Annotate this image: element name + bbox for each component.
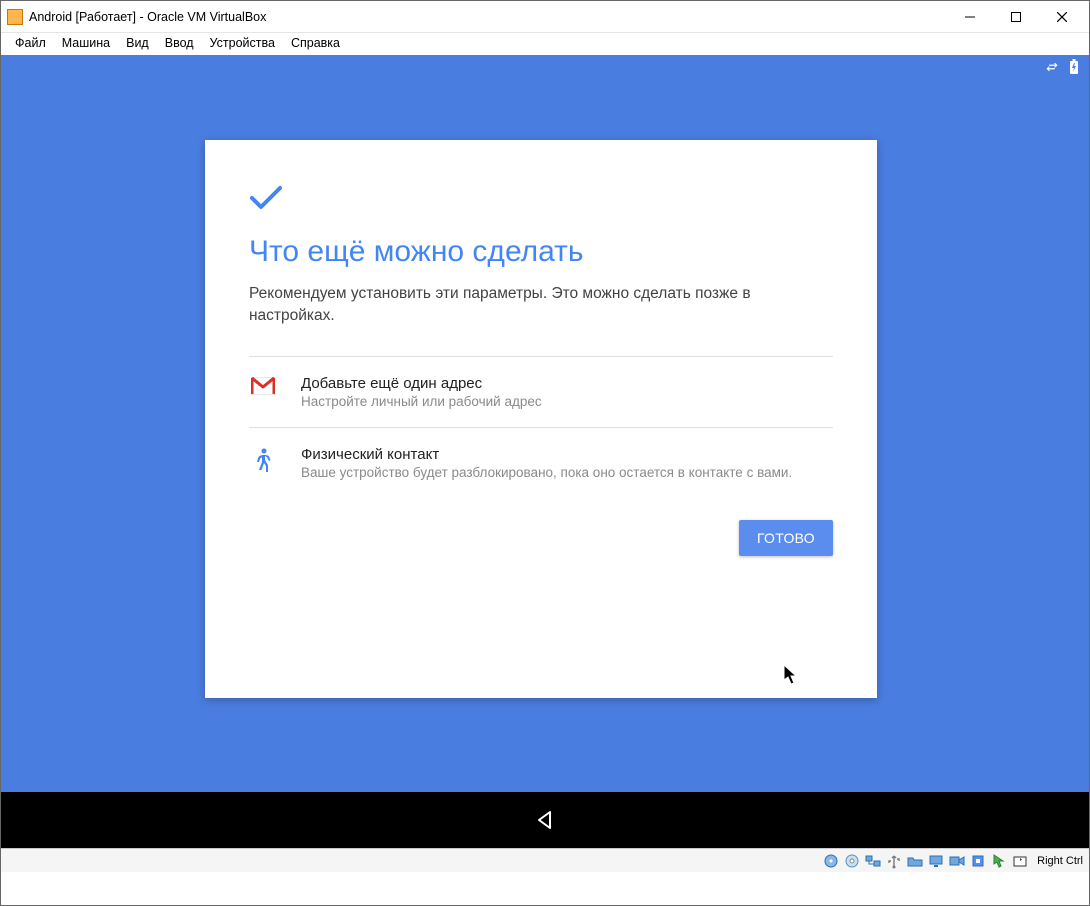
close-button[interactable] (1039, 1, 1085, 33)
virtualbox-statusbar: Right Ctrl (1, 848, 1089, 872)
menu-view[interactable]: Вид (118, 34, 157, 52)
gmail-icon (249, 375, 277, 395)
option-onbody-detection[interactable]: Физический контакт Ваше устройство будет… (249, 427, 833, 498)
mouse-integration-icon[interactable] (991, 853, 1007, 869)
host-key-label: Right Ctrl (1037, 855, 1083, 867)
menu-input[interactable]: Ввод (157, 34, 202, 52)
option-add-email[interactable]: Добавьте ещё один адрес Настройте личный… (249, 356, 833, 427)
harddisk-icon[interactable] (823, 853, 839, 869)
processor-icon[interactable] (970, 853, 986, 869)
mouse-cursor-icon (783, 664, 799, 691)
shared-folders-icon[interactable] (907, 853, 923, 869)
menubar: Файл Машина Вид Ввод Устройства Справка (1, 33, 1089, 55)
optical-icon[interactable] (844, 853, 860, 869)
display-icon[interactable] (928, 853, 944, 869)
option-title: Физический контакт (301, 446, 833, 463)
minimize-button[interactable] (947, 1, 993, 33)
android-navigation-bar (1, 792, 1089, 848)
virtualbox-app-icon (7, 9, 23, 25)
maximize-button[interactable] (993, 1, 1039, 33)
keyboard-capture-icon[interactable] (1012, 853, 1028, 869)
window-title: Android [Работает] - Oracle VM VirtualBo… (29, 10, 266, 24)
checkmark-icon (249, 184, 833, 217)
option-desc: Настройте личный или рабочий адрес (301, 394, 833, 409)
done-button[interactable]: ГОТОВО (739, 520, 833, 556)
back-button[interactable] (534, 809, 556, 831)
window-titlebar: Android [Работает] - Oracle VM VirtualBo… (1, 1, 1089, 33)
setup-card: Что ещё можно сделать Рекомендуем устано… (205, 140, 877, 698)
menu-file[interactable]: Файл (7, 34, 54, 52)
card-title: Что ещё можно сделать (249, 235, 833, 269)
recording-icon[interactable] (949, 853, 965, 869)
network-icon[interactable] (865, 853, 881, 869)
option-title: Добавьте ещё один адрес (301, 375, 833, 392)
option-desc: Ваше устройство будет разблокировано, по… (301, 465, 833, 480)
menu-machine[interactable]: Машина (54, 34, 118, 52)
battery-icon (1069, 59, 1079, 75)
android-status-bar (1045, 59, 1079, 75)
walking-icon (249, 446, 277, 474)
usb-icon[interactable] (886, 853, 902, 869)
vm-display[interactable]: Что ещё можно сделать Рекомендуем устано… (1, 55, 1089, 848)
menu-devices[interactable]: Устройства (202, 34, 283, 52)
menu-help[interactable]: Справка (283, 34, 348, 52)
sync-icon (1045, 60, 1059, 74)
card-subtitle: Рекомендуем установить эти параметры. Эт… (249, 283, 769, 328)
